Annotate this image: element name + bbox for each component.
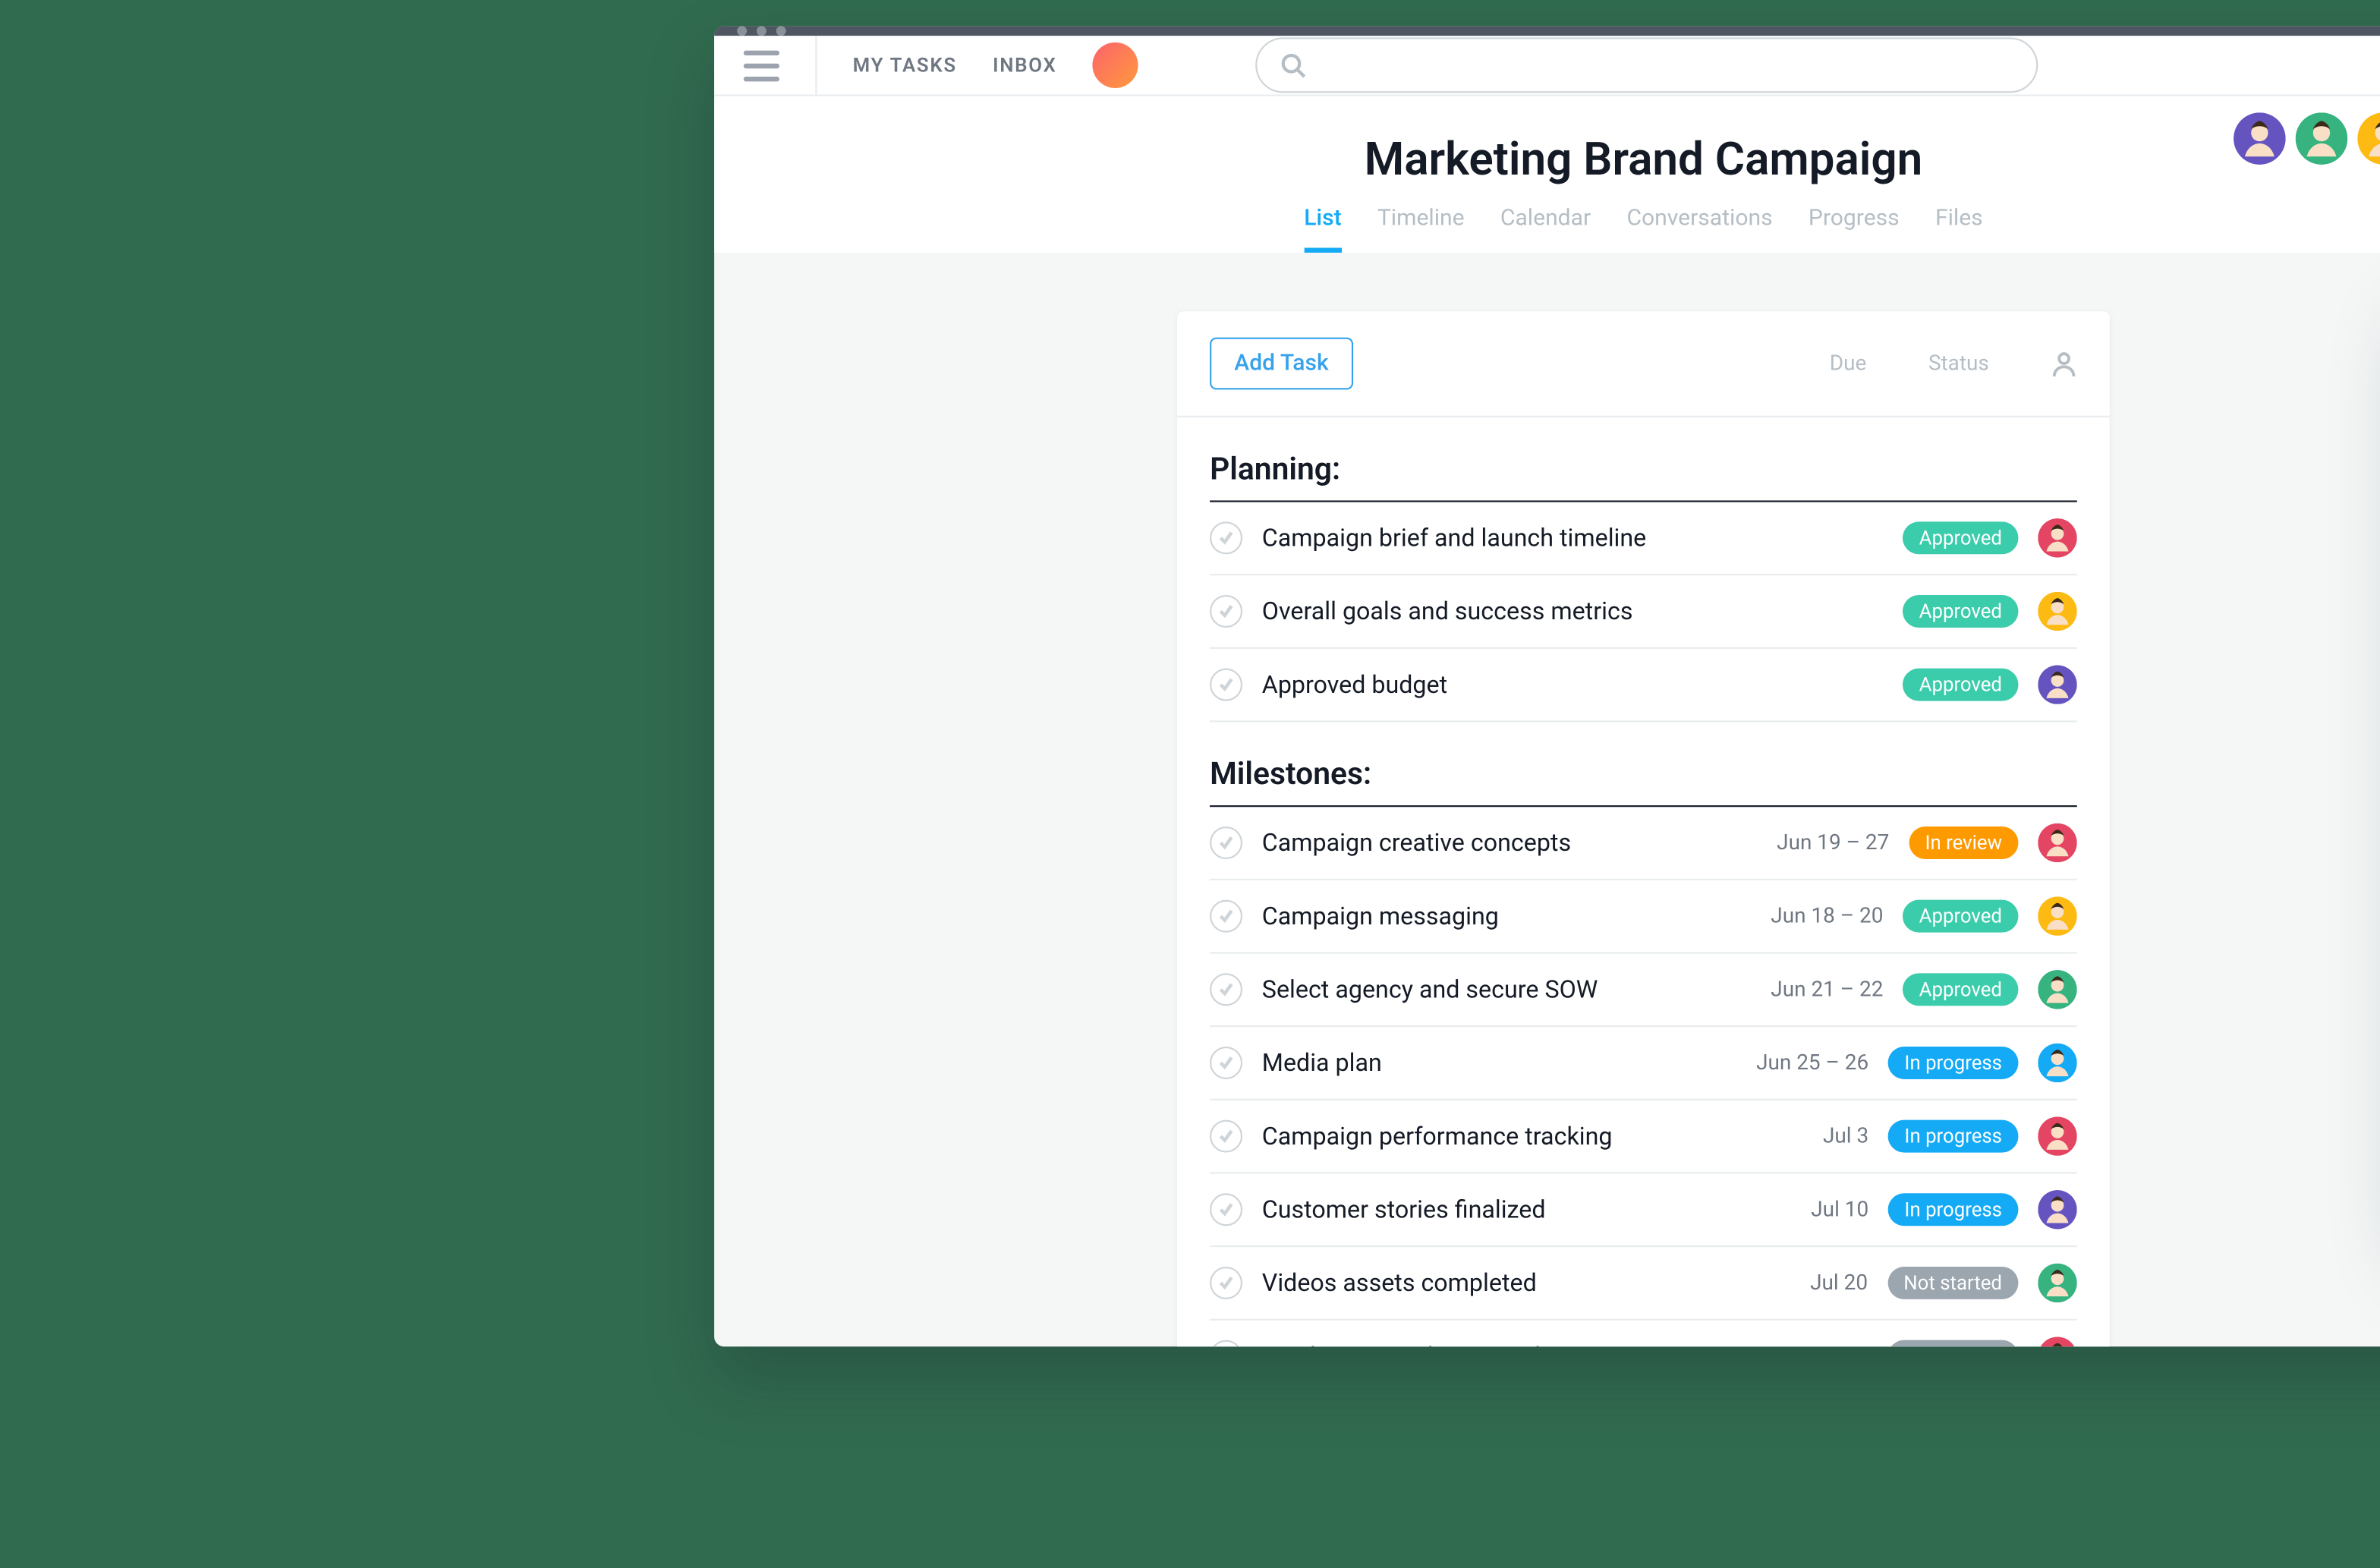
avatar (2038, 1190, 2077, 1230)
task-due: Jun 25 – 26 (1756, 1050, 1868, 1075)
section-title: Milestones: (1210, 723, 2077, 808)
project-title: Marketing Brand Campaign (747, 132, 2380, 186)
task-name: Landing pages live on website (1262, 1342, 1791, 1346)
task-row[interactable]: Landing pages live on website Jul 24 Not s… (1210, 1321, 2077, 1346)
task-name: Media plan (1262, 1048, 1736, 1078)
avatar (2038, 823, 2077, 863)
top-nav: MY TASKS INBOX (714, 36, 2380, 96)
avatar (2038, 1116, 2077, 1156)
complete-checkbox[interactable] (1210, 827, 1242, 859)
complete-checkbox[interactable] (1210, 521, 1242, 554)
tab-progress[interactable]: Progress (1809, 206, 1900, 253)
avatar (2038, 1044, 2077, 1083)
task-row[interactable]: Media plan Jun 25 – 26 In progress (1210, 1027, 2077, 1100)
status-pill: In review (1909, 827, 2018, 859)
task-name: Campaign messaging (1262, 902, 1752, 931)
assignee-icon (2051, 351, 2076, 376)
tab-files[interactable]: Files (1935, 206, 1983, 253)
task-row[interactable]: Approved budget Approved (1210, 649, 2077, 723)
desktop-window: MY TASKS INBOX Marketing Brand Campaign … (714, 26, 2380, 1346)
status-pill: Not started (1887, 1267, 2019, 1299)
complete-checkbox[interactable] (1210, 973, 1242, 1006)
avatar (2038, 1264, 2077, 1303)
task-due: Jul 24 (1810, 1344, 1868, 1346)
avatar (2038, 970, 2077, 1009)
nav-inbox[interactable]: INBOX (993, 54, 1056, 77)
search-input[interactable] (1256, 37, 2038, 93)
task-due: Jun 18 – 20 (1771, 904, 1883, 928)
status-pill: Approved (1903, 900, 2018, 933)
task-due: Jul 10 (1811, 1198, 1868, 1222)
task-list-card: Add Task Due Status Planning:Campaign br… (1177, 311, 2110, 1346)
task-row[interactable]: Select agency and secure SOW Jun 21 – 22 A… (1210, 954, 2077, 1028)
status-pill: In progress (1888, 1193, 2019, 1226)
complete-checkbox[interactable] (1210, 595, 1242, 628)
complete-checkbox[interactable] (1210, 1193, 1242, 1226)
complete-checkbox[interactable] (1210, 1267, 1242, 1299)
divider (815, 36, 817, 94)
quick-add-button[interactable] (1093, 43, 1138, 88)
search-icon (1280, 52, 1306, 78)
task-row[interactable]: Campaign creative concepts Jun 19 – 27 In … (1210, 807, 2077, 880)
list-header: Add Task Due Status (1177, 311, 2110, 417)
menu-icon[interactable] (744, 47, 779, 83)
tab-conversations[interactable]: Conversations (1626, 206, 1772, 253)
task-row[interactable]: Customer stories finalized Jul 10 In progr… (1210, 1174, 2077, 1248)
complete-checkbox[interactable] (1210, 1047, 1242, 1079)
avatar (2357, 112, 2380, 165)
complete-checkbox[interactable] (1210, 900, 1242, 933)
task-name: Campaign brief and launch timeline (1262, 523, 1884, 553)
tab-list[interactable]: List (1304, 206, 1341, 253)
avatar (2038, 1337, 2077, 1346)
task-due: Jul 3 (1823, 1124, 1868, 1148)
task-name: Videos assets completed (1262, 1268, 1791, 1298)
task-row[interactable]: Campaign brief and launch timeline Approv… (1210, 502, 2077, 576)
avatar (2038, 592, 2077, 631)
complete-checkbox[interactable] (1210, 1120, 1242, 1153)
status-pill: Approved (1903, 973, 2018, 1006)
task-due: Jun 19 – 27 (1777, 830, 1889, 855)
status-pill: Approved (1903, 669, 2018, 701)
avatar (2296, 112, 2348, 165)
avatar (2038, 896, 2077, 936)
task-name: Overall goals and success metrics (1262, 597, 1884, 626)
task-name: Campaign performance tracking (1262, 1122, 1803, 1151)
project-header: Marketing Brand Campaign List Timeline Cal… (714, 96, 2380, 253)
col-due: Due (1830, 351, 1867, 376)
task-name: Approved budget (1262, 670, 1884, 700)
task-due: Jun 21 – 22 (1771, 978, 1883, 1002)
complete-checkbox[interactable] (1210, 669, 1242, 701)
avatar (2038, 665, 2077, 704)
task-row[interactable]: Overall goals and success metrics Approve… (1210, 575, 2077, 649)
task-name: Customer stories finalized (1262, 1195, 1792, 1224)
project-members (2234, 112, 2380, 165)
task-name: Campaign creative concepts (1262, 828, 1758, 858)
window-chrome (714, 26, 2380, 36)
tab-timeline[interactable]: Timeline (1377, 206, 1465, 253)
status-pill: Approved (1903, 595, 2018, 628)
nav-my-tasks[interactable]: MY TASKS (853, 54, 957, 77)
status-pill: In progress (1888, 1120, 2019, 1153)
task-name: Select agency and secure SOW (1262, 974, 1752, 1004)
tab-calendar[interactable]: Calendar (1500, 206, 1591, 253)
avatar (2234, 112, 2286, 165)
status-pill: Not started (1887, 1340, 2019, 1347)
col-status: Status (1928, 351, 1989, 376)
status-pill: In progress (1888, 1047, 2019, 1079)
task-row[interactable]: Videos assets completed Jul 20 Not started (1210, 1247, 2077, 1321)
task-row[interactable]: Campaign performance tracking Jul 3 In pro… (1210, 1100, 2077, 1174)
status-pill: Approved (1903, 521, 2018, 554)
task-row[interactable]: Campaign messaging Jun 18 – 20 Approved (1210, 880, 2077, 954)
view-tabs: List Timeline Calendar Conversations Progres… (747, 206, 2380, 253)
task-due: Jul 20 (1810, 1270, 1868, 1295)
complete-checkbox[interactable] (1210, 1340, 1242, 1347)
add-task-button[interactable]: Add Task (1210, 338, 1353, 390)
avatar (2038, 518, 2077, 558)
section-title: Planning: (1210, 417, 2077, 502)
